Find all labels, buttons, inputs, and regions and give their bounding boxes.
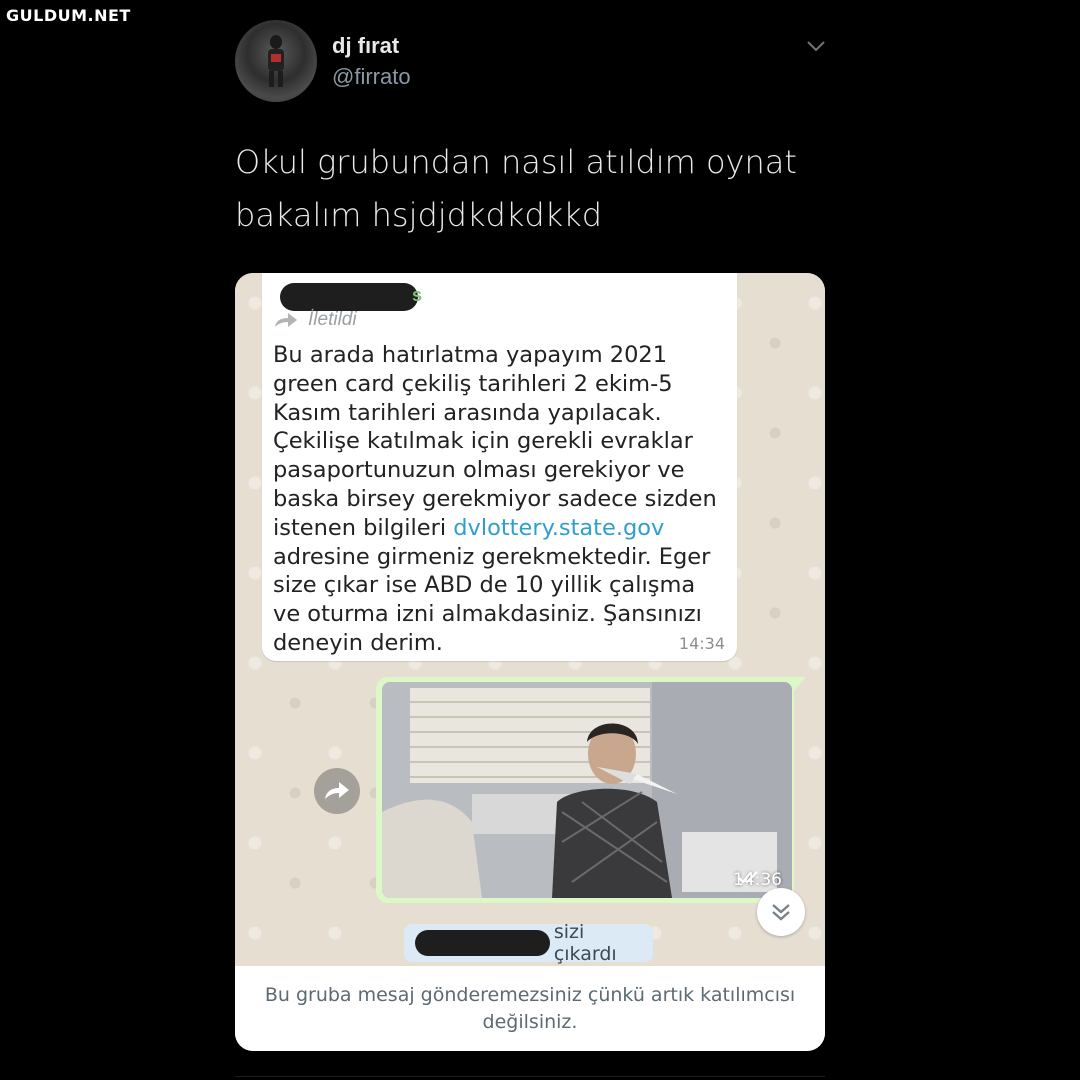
- message-line: pasaportunuzun olması gerekiyor ve: [273, 457, 685, 484]
- message-text: Bu arada hatırlatma yapayım 2021 green c…: [273, 341, 723, 658]
- message-line: deneyin derim.: [273, 629, 443, 656]
- tweet-media[interactable]: s İletildi Bu arada hatırlatma yapayım 2…: [235, 273, 825, 1051]
- redacted-sender-name: [280, 283, 418, 311]
- tweet-line: bakalım hsjdjdkdkdkkd: [235, 196, 603, 234]
- message-line: ve oturma izni almakdasiniz. Şansınızı: [273, 601, 702, 628]
- double-chevron-down-icon: [772, 904, 790, 921]
- message-line: size çıkar ise ABD de 10 yillik çalışma: [273, 572, 696, 599]
- sender-name-fragment: s: [412, 285, 423, 305]
- system-message: sizi çıkardı: [404, 921, 653, 965]
- link-prefix: istenen bilgileri: [273, 514, 454, 541]
- bubble-tail: [794, 677, 806, 691]
- double-check-icon: [737, 871, 758, 884]
- avatar[interactable]: [235, 20, 317, 102]
- notice-line: Bu gruba mesaj gönderemezsiniz çünkü art…: [264, 983, 796, 1006]
- photo-image: [382, 682, 792, 898]
- divider: [235, 1076, 825, 1077]
- forward-button[interactable]: [314, 768, 360, 814]
- scroll-to-bottom-button[interactable]: [757, 888, 805, 936]
- watermark: GULDUM.NET: [6, 6, 131, 25]
- message-line: Kasım tarihleri arasında yapılacak.: [273, 399, 662, 426]
- incoming-message-bubble[interactable]: s İletildi Bu arada hatırlatma yapayım 2…: [262, 273, 737, 661]
- cannot-send-notice: Bu gruba mesaj gönderemezsiniz çünkü art…: [235, 966, 825, 1051]
- message-link[interactable]: dvlottery.state.gov: [453, 515, 664, 541]
- message-line: adresine girmeniz gerekmektedir. Eger: [273, 543, 711, 570]
- photo-message[interactable]: 14:36: [382, 682, 792, 898]
- message-line: Bu arada hatırlatma yapayım 2021: [273, 342, 668, 368]
- forward-small-icon: [275, 313, 297, 327]
- tweet-line: Okul grubundan nasıl atıldım oynat: [235, 143, 797, 181]
- user-handle[interactable]: @firrato: [332, 64, 411, 90]
- system-message-text: sizi çıkardı: [553, 921, 617, 965]
- forwarded-text: İletildi: [308, 309, 357, 330]
- message-line: Çekilişe katılmak için gerekli evraklar: [273, 428, 693, 455]
- redacted-admin-name: [415, 930, 550, 956]
- avatar-figure-icon: [268, 35, 284, 87]
- chevron-down-icon[interactable]: [805, 38, 827, 54]
- message-timestamp: 14:34: [678, 634, 725, 653]
- display-name[interactable]: dj fırat: [332, 33, 399, 59]
- message-line: baska birsey gerekmiyor sadece sizden: [273, 485, 717, 512]
- tweet-text: Okul grubundan nasıl atıldım oynat bakal…: [235, 136, 835, 242]
- forwarded-label: İletildi: [274, 309, 357, 331]
- message-line: green card çekiliş tarihleri 2 ekim-5: [273, 370, 673, 397]
- notice-line: değilsiniz.: [482, 1010, 578, 1033]
- forward-arrow-icon: [325, 782, 349, 799]
- message-line-with-link: istenen bilgileri dvlottery.state.gov: [273, 514, 723, 543]
- photo-timestamp: 14:36: [733, 870, 782, 890]
